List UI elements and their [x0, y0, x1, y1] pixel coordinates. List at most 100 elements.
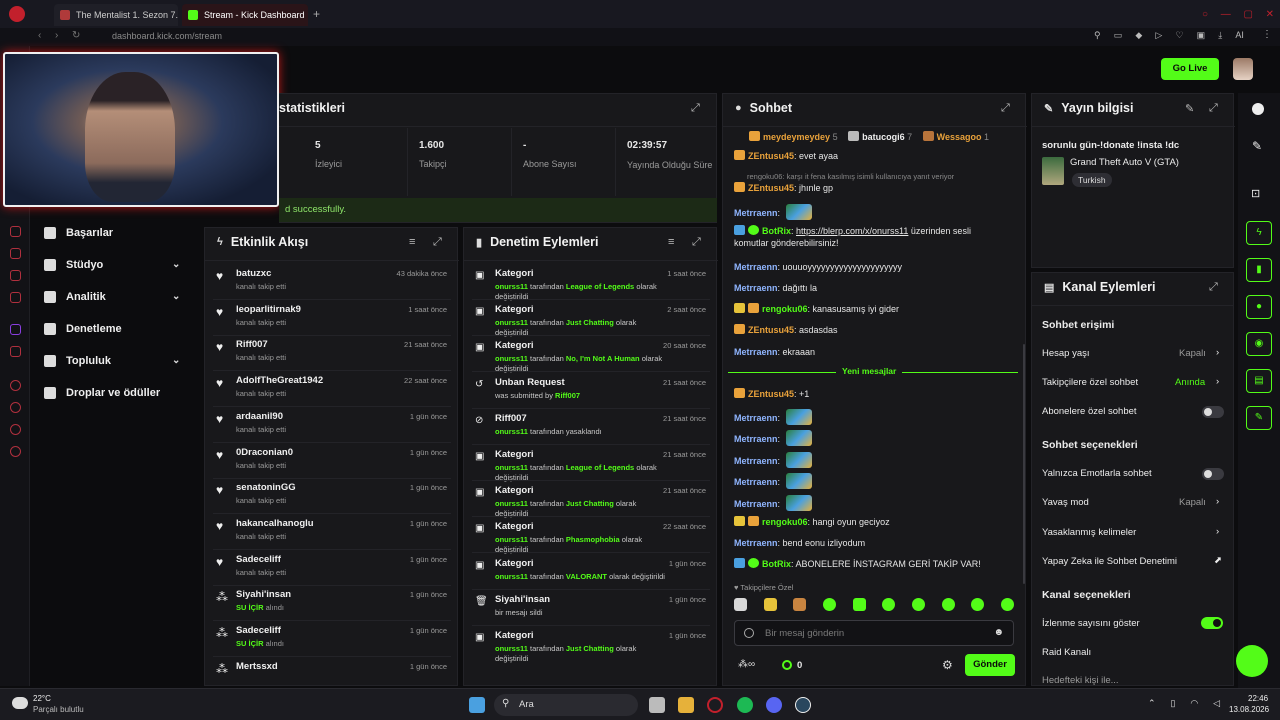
- chat-username[interactable]: ZEntusu45: [748, 151, 794, 161]
- activity-row[interactable]: ♥ ardaanil90 kanalı takip etti 1 gün önce: [213, 409, 451, 443]
- support-bubble-icon[interactable]: [1236, 645, 1268, 677]
- activity-user[interactable]: leoparlitirnak9: [236, 304, 301, 315]
- chat-username[interactable]: Metrraenn: [734, 499, 778, 509]
- mod-actor[interactable]: onurss11: [495, 572, 528, 581]
- windows-start-icon[interactable]: [469, 697, 485, 713]
- maximize-icon[interactable]: ▢: [1243, 9, 1252, 20]
- mod-actor[interactable]: onurss11: [495, 463, 528, 472]
- mod-actor[interactable]: onurss11: [495, 499, 528, 508]
- moderation-row[interactable]: ▣ Kategori onurss11 tarafından VALORANT ol…: [472, 556, 710, 590]
- activity-user[interactable]: Mertssxd: [236, 661, 278, 672]
- activity-user[interactable]: senatoninGG: [236, 482, 296, 493]
- expand-icon[interactable]: ⤢: [1001, 102, 1010, 115]
- chat-username[interactable]: ZEntusu45: [748, 389, 794, 399]
- raid-label[interactable]: Raid Kanalı: [1042, 647, 1091, 658]
- mod-actor[interactable]: onurss11: [495, 535, 528, 544]
- activity-user[interactable]: Sadeceliff: [236, 625, 281, 636]
- download-icon[interactable]: ⤓: [1218, 30, 1222, 42]
- nav-achievements[interactable]: Başarılar: [44, 223, 113, 243]
- search-icon[interactable]: ○: [1202, 9, 1208, 20]
- activity-row[interactable]: ♥ batuzxc kanalı takip etti 43 dakika önce: [213, 266, 451, 300]
- mic-icon[interactable]: ▯: [1170, 698, 1175, 710]
- slow-mode-value[interactable]: Kapalı: [1179, 497, 1206, 508]
- ai-moderation-label[interactable]: Yapay Zeka ile Sohbet Denetimi: [1042, 556, 1177, 567]
- mod-actor[interactable]: onurss11: [495, 644, 528, 653]
- chat-username[interactable]: Metrraenn: [734, 477, 778, 487]
- emote-icon[interactable]: [911, 598, 925, 611]
- activity-row[interactable]: ♥ Sadeceliff kanalı takip etti 1 gün önce: [213, 552, 451, 586]
- moderation-row[interactable]: 🗑 Siyahi'insan bir mesajı sildi 1 gün önce: [472, 592, 710, 626]
- pin-icon[interactable]: ⚲: [1094, 30, 1101, 42]
- activity-row[interactable]: ♥ AdolfTheGreat1942 kanalı takip etti 22 sa…: [213, 373, 451, 408]
- url-field[interactable]: dashboard.kick.com/stream: [112, 31, 222, 41]
- nav-moderation[interactable]: Denetleme: [44, 319, 122, 339]
- moderation-row[interactable]: ⊘ Riff007 onurss11 tarafından yasaklandı 21…: [472, 411, 710, 445]
- chat-username[interactable]: Metrraenn: [734, 456, 778, 466]
- activity-row[interactable]: ♥ leoparlitirnak9 kanalı takip etti 1 saat …: [213, 302, 451, 336]
- show-viewcount-toggle[interactable]: [1201, 617, 1223, 629]
- close-icon[interactable]: ✕: [1266, 9, 1274, 20]
- chat-username[interactable]: Metrraenn: [734, 347, 778, 357]
- nav-studio[interactable]: Stüdyo ⌄: [44, 255, 180, 275]
- filter-icon[interactable]: ≡: [409, 236, 415, 248]
- chat-bubble-icon[interactable]: ●: [1246, 295, 1272, 319]
- activity-user[interactable]: Sadeceliff: [236, 554, 281, 565]
- play-icon[interactable]: ▷: [1155, 30, 1162, 42]
- discord-icon[interactable]: [766, 697, 782, 713]
- info-icon[interactable]: [1252, 103, 1264, 115]
- rail-icon-10[interactable]: [10, 446, 21, 457]
- reload-icon[interactable]: ↻: [72, 30, 80, 41]
- extension-icon[interactable]: ▣: [1197, 30, 1206, 42]
- emote-icon[interactable]: [1000, 598, 1014, 611]
- moderation-row[interactable]: ▣ Kategori onurss11 tarafından Just Chatti…: [472, 483, 710, 518]
- moderation-row[interactable]: ▣ Kategori onurss11 tarafından Just Chatti…: [472, 628, 710, 663]
- moderation-row[interactable]: ▣ Kategori onurss11 tarafından League of L…: [472, 447, 710, 482]
- mod-actor[interactable]: onurss11: [495, 427, 528, 436]
- chat-username[interactable]: Metrraenn: [734, 434, 778, 444]
- activity-row[interactable]: ⁂ Sadeceliff SU İÇİR alındı 1 gün önce: [213, 623, 451, 657]
- moderation-row[interactable]: ▣ Kategori onurss11 tarafından Phasmophobi…: [472, 519, 710, 554]
- activity-row[interactable]: ♥ hakancalhanoglu kanalı takip etti 1 gün ö…: [213, 516, 451, 550]
- wrench-icon[interactable]: ✎: [1246, 406, 1272, 430]
- chat-username[interactable]: BotRix: [762, 559, 791, 569]
- activity-user[interactable]: AdolfTheGreat1942: [236, 375, 323, 386]
- chat-username[interactable]: Metrraenn: [734, 413, 778, 423]
- settings-gear-icon[interactable]: ⚙: [942, 658, 953, 672]
- activity-row[interactable]: ⁂ Siyahi'insan SU İÇİR alındı 1 gün önce: [213, 587, 451, 622]
- emote-icon[interactable]: [882, 598, 896, 611]
- moderation-row[interactable]: ▣ Kategori onurss11 tarafından League of L…: [472, 266, 710, 301]
- tab-mentalist[interactable]: The Mentalist 1. Sezon 7. B: [54, 4, 178, 26]
- emote-icon[interactable]: [763, 598, 777, 611]
- emoji-icon[interactable]: ☻: [993, 627, 1004, 638]
- clock-date[interactable]: 13.08.2026: [1229, 705, 1269, 714]
- shield-icon[interactable]: ◆: [1135, 30, 1142, 42]
- activity-row[interactable]: ♥ Riff007 kanalı takip etti 21 saat önce: [213, 337, 451, 372]
- go-live-button[interactable]: Go Live: [1161, 58, 1219, 80]
- back-icon[interactable]: ‹: [38, 30, 41, 41]
- mod-actor[interactable]: onurss11: [495, 354, 528, 363]
- rail-icon-7[interactable]: [10, 380, 21, 391]
- rail-icon-9[interactable]: [10, 424, 21, 435]
- minimize-icon[interactable]: —: [1221, 9, 1231, 20]
- tab-kick-dashboard[interactable]: Stream - Kick Dashboard: [182, 4, 308, 26]
- target-icon[interactable]: ⊡: [1251, 187, 1260, 200]
- chat-username[interactable]: Metrraenn: [734, 208, 778, 218]
- chat-username[interactable]: BotRix: [762, 226, 791, 236]
- bolt-icon[interactable]: ϟ: [1246, 221, 1272, 245]
- chevron-right-icon[interactable]: ›: [1216, 347, 1219, 358]
- broadcast-icon[interactable]: ◉: [1246, 332, 1272, 356]
- activity-user[interactable]: ardaanil90: [236, 411, 283, 422]
- account-age-value[interactable]: Kapalı: [1179, 348, 1206, 359]
- edit-icon[interactable]: ✎: [1252, 139, 1262, 153]
- rail-icon-3[interactable]: [10, 270, 21, 281]
- nav-drops[interactable]: Droplar ve ödüller: [44, 383, 160, 403]
- emote-icon[interactable]: [852, 598, 866, 611]
- taskbar-search[interactable]: ⚲ Ara: [494, 694, 638, 716]
- filter-icon[interactable]: ≡: [668, 236, 674, 248]
- rail-icon-4[interactable]: [10, 292, 21, 303]
- rail-twitch-icon[interactable]: [10, 324, 21, 335]
- nav-community[interactable]: Topluluk ⌄: [44, 351, 180, 371]
- wifi-icon[interactable]: ◠: [1190, 698, 1198, 710]
- send-button[interactable]: Gönder: [965, 654, 1015, 676]
- chat-username[interactable]: rengoku06: [762, 304, 808, 314]
